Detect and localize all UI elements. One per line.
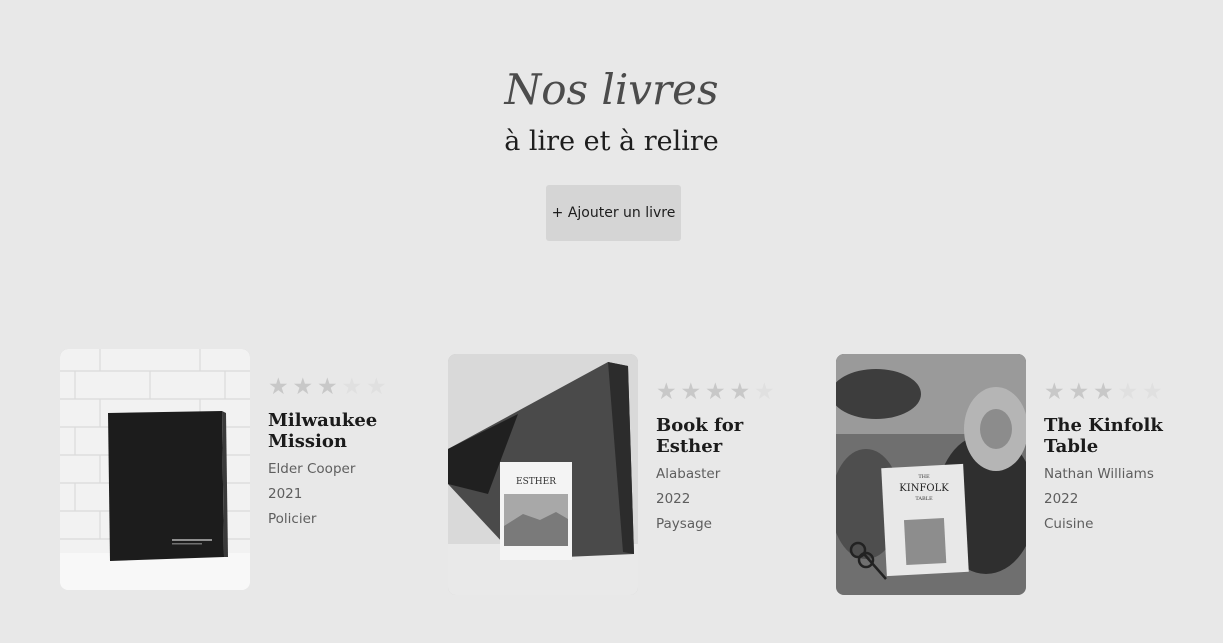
book-author: Alabaster (656, 466, 721, 482)
rating-stars[interactable]: ★ ★ ★ ★ ★ (268, 373, 408, 399)
book-info: ★ ★ ★ ★ ★ Book for Esther Alabaster 2022… (656, 378, 796, 532)
add-book-button[interactable]: + Ajouter un livre (546, 185, 681, 241)
star-icon[interactable]: ★ (1118, 378, 1142, 404)
book-info: ★ ★ ★ ★ ★ Milwaukee Mission Elder Cooper… (268, 373, 408, 527)
star-icon[interactable]: ★ (754, 378, 778, 404)
book-genre: Paysage (656, 516, 712, 532)
book-author: Nathan Williams (1044, 466, 1154, 482)
rating-stars[interactable]: ★ ★ ★ ★ ★ (1044, 378, 1184, 404)
cover-text: KINFOLK (899, 483, 949, 494)
star-icon[interactable]: ★ (705, 378, 729, 404)
cover-text: ESTHER (516, 477, 556, 487)
page-title: Nos livres (504, 65, 719, 114)
book-info: ★ ★ ★ ★ ★ The Kinfolk Table Nathan Willi… (1044, 378, 1184, 532)
book-year: 2021 (268, 486, 303, 502)
book-card[interactable]: ★ ★ ★ ★ ★ Milwaukee Mission Elder Cooper… (60, 349, 400, 594)
star-icon[interactable]: ★ (681, 378, 705, 404)
star-icon[interactable]: ★ (730, 378, 754, 404)
book-genre: Policier (268, 511, 317, 527)
book-genre: Cuisine (1044, 516, 1094, 532)
cover-text: TABLE (915, 496, 933, 502)
book-title[interactable]: Milwaukee Mission (268, 410, 398, 452)
book-author: Elder Cooper (268, 461, 356, 477)
star-icon[interactable]: ★ (1093, 378, 1117, 404)
star-icon[interactable]: ★ (656, 378, 680, 404)
star-icon[interactable]: ★ (293, 373, 317, 399)
book-title[interactable]: Book for Esther (656, 415, 786, 457)
book-card[interactable]: ESTHER ★ ★ ★ ★ ★ Book for Esther Alabast… (448, 354, 788, 599)
book-title[interactable]: The Kinfolk Table (1044, 415, 1174, 457)
book-card[interactable]: THE KINFOLK TABLE ★ ★ ★ ★ ★ The Kinfolk … (836, 354, 1176, 599)
star-icon[interactable]: ★ (1142, 378, 1166, 404)
book-year: 2022 (1044, 491, 1079, 507)
star-icon[interactable]: ★ (342, 373, 366, 399)
book-year: 2022 (656, 491, 691, 507)
star-icon[interactable]: ★ (317, 373, 341, 399)
star-icon[interactable]: ★ (268, 373, 292, 399)
rating-stars[interactable]: ★ ★ ★ ★ ★ (656, 378, 796, 404)
cover-text: THE (918, 474, 930, 480)
book-cover-image[interactable]: THE KINFOLK TABLE (836, 354, 1026, 595)
page-subtitle: à lire et à relire (504, 126, 719, 157)
star-icon[interactable]: ★ (1069, 378, 1093, 404)
book-cover-image[interactable]: ESTHER (448, 354, 638, 595)
book-cover-image[interactable] (60, 349, 250, 590)
star-icon[interactable]: ★ (1044, 378, 1068, 404)
star-icon[interactable]: ★ (366, 373, 390, 399)
